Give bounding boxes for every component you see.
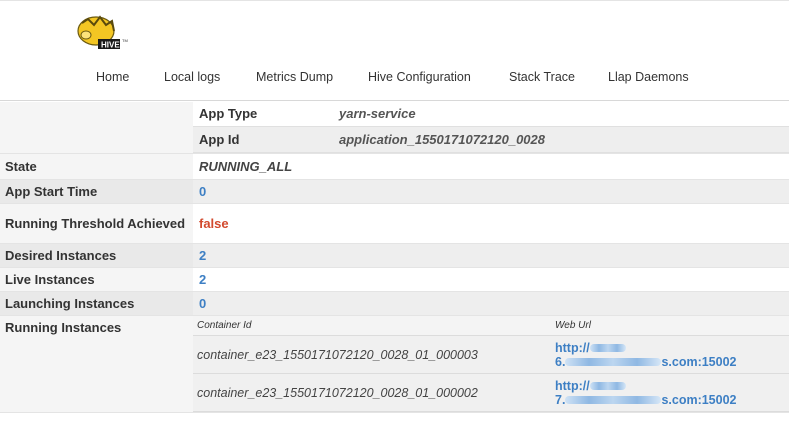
nav-llap-daemons[interactable]: Llap Daemons xyxy=(608,70,689,84)
logo-text: HIVE xyxy=(101,41,120,50)
running-instances-row: Running Instances Container Id Web Url c… xyxy=(0,315,789,413)
instances-header-row: Container Id Web Url xyxy=(193,315,789,336)
running-threshold-value: false xyxy=(193,203,789,244)
web-url-link[interactable]: http:// 6. s.com:15002 xyxy=(551,335,789,374)
instance-row: container_e23_1550171072120_0028_01_0000… xyxy=(193,373,789,412)
live-instances-label: Live Instances xyxy=(0,267,193,292)
app-type-value: yarn-service xyxy=(333,102,789,127)
app-start-time-row: App Start Time 0 xyxy=(0,179,789,204)
instances-table: Container Id Web Url container_e23_15501… xyxy=(193,315,789,412)
app-id-row: App Id application_1550171072120_0028 xyxy=(193,126,789,153)
instance-row: container_e23_1550171072120_0028_01_0000… xyxy=(193,335,789,374)
web-url-line1: http:// xyxy=(555,378,590,393)
running-instances-cell: Container Id Web Url container_e23_15501… xyxy=(193,315,789,413)
live-instances-row: Live Instances 2 xyxy=(0,267,789,292)
redacted-hostname-2 xyxy=(589,382,626,391)
launching-instances-value: 0 xyxy=(193,291,789,316)
app-info-spacer xyxy=(0,102,193,154)
web-url-suffix: s.com:15002 xyxy=(661,392,737,407)
state-row: State RUNNING_ALL xyxy=(0,153,789,180)
app-type-row: App Type yarn-service xyxy=(193,102,789,127)
app-info-cell: App Type yarn-service App Id application… xyxy=(193,102,789,154)
web-url-suffix: s.com:15002 xyxy=(661,354,737,369)
nav-stack-trace[interactable]: Stack Trace xyxy=(509,70,575,84)
container-id-cell: container_e23_1550171072120_0028_01_0000… xyxy=(193,373,551,412)
web-url-prefix: 7. xyxy=(555,392,566,407)
nav-hive-configuration[interactable]: Hive Configuration xyxy=(368,70,471,84)
app-info-table: App Type yarn-service App Id application… xyxy=(193,102,789,153)
nav-bar: Home Local logs Metrics Dump Hive Config… xyxy=(0,66,789,92)
redacted-domain xyxy=(565,396,662,405)
app-start-time-label: App Start Time xyxy=(0,179,193,204)
nav-local-logs[interactable]: Local logs xyxy=(164,70,220,84)
running-instances-label: Running Instances xyxy=(0,315,193,413)
app-start-time-value: 0 xyxy=(193,179,789,204)
app-id-label: App Id xyxy=(193,126,333,153)
launching-instances-row: Launching Instances 0 xyxy=(0,291,789,316)
web-url-line1: http:// xyxy=(555,340,590,355)
app-status-table: App Type yarn-service App Id application… xyxy=(0,102,789,413)
app-type-label: App Type xyxy=(193,102,333,127)
header: HIVE TM Home Local logs Metrics Dump Hiv… xyxy=(0,0,789,101)
web-url-link[interactable]: http:// 7. s.com:15002 xyxy=(551,373,789,412)
running-threshold-label: Running Threshold Achieved xyxy=(0,203,193,244)
app-id-value: application_1550171072120_0028 xyxy=(333,126,789,153)
web-url-header: Web Url xyxy=(551,315,789,336)
live-instances-value: 2 xyxy=(193,267,789,292)
desired-instances-label: Desired Instances xyxy=(0,243,193,268)
state-value: RUNNING_ALL xyxy=(193,153,789,180)
nav-home[interactable]: Home xyxy=(96,70,129,84)
nav-metrics-dump[interactable]: Metrics Dump xyxy=(256,70,333,84)
desired-instances-value: 2 xyxy=(193,243,789,268)
container-id-cell: container_e23_1550171072120_0028_01_0000… xyxy=(193,335,551,374)
redacted-domain xyxy=(565,358,662,367)
svg-text:TM: TM xyxy=(122,38,128,43)
state-label: State xyxy=(0,153,193,180)
redacted-hostname-1 xyxy=(589,344,626,353)
launching-instances-label: Launching Instances xyxy=(0,291,193,316)
app-info-row: App Type yarn-service App Id application… xyxy=(0,102,789,154)
hive-logo[interactable]: HIVE TM xyxy=(72,9,136,57)
running-threshold-row: Running Threshold Achieved false xyxy=(0,203,789,244)
desired-instances-row: Desired Instances 2 xyxy=(0,243,789,268)
container-id-header: Container Id xyxy=(193,315,551,336)
web-url-prefix: 6. xyxy=(555,354,566,369)
